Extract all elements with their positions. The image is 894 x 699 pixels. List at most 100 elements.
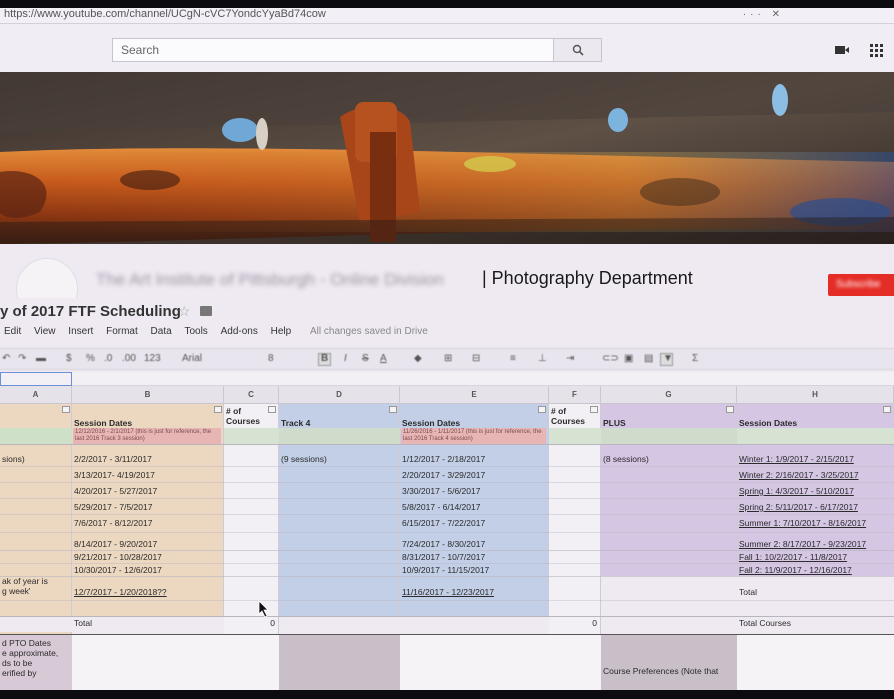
col-e-date[interactable]: 2/20/2017 - 3/29/2017 (400, 470, 548, 480)
horizontal-align-icon[interactable]: ≡ (510, 353, 516, 366)
channel-name[interactable]: | Photography Department (482, 268, 693, 289)
col-e-date[interactable]: 5/8/2017 - 6/14/2017 (400, 502, 548, 512)
upload-video-icon[interactable] (834, 43, 850, 57)
column-header-a[interactable]: A (0, 386, 72, 404)
folder-icon[interactable] (200, 306, 212, 316)
formula-bar[interactable] (0, 372, 894, 386)
menu-view[interactable]: View (34, 326, 56, 337)
col-h-date[interactable]: Winter 2: 2/16/2017 - 3/25/2017 (737, 470, 894, 480)
col-d-sessions[interactable]: (9 sessions) (279, 454, 399, 464)
insert-comment-icon[interactable]: ▣ (624, 353, 633, 366)
column-header-c[interactable]: C (224, 386, 279, 404)
text-color-icon[interactable]: A (380, 353, 387, 366)
filter-dropdown-icon[interactable] (62, 406, 70, 413)
filter-dropdown-icon[interactable] (883, 406, 891, 413)
col-g-header[interactable]: PLUS (601, 418, 736, 428)
menu-help[interactable]: Help (271, 326, 292, 337)
column-header-d[interactable]: D (279, 386, 400, 404)
col-a-cell[interactable]: g week' (0, 586, 71, 596)
column-header-g[interactable]: G (601, 386, 737, 404)
redo-icon[interactable]: ↷ (18, 353, 26, 366)
col-a-cell[interactable]: erified by (0, 668, 71, 678)
col-h-date[interactable]: Winter 1: 1/9/2017 - 2/15/2017 (737, 454, 894, 464)
vertical-align-icon[interactable]: ⊥ (538, 353, 547, 366)
insert-chart-icon[interactable]: ▤ (644, 353, 653, 366)
paint-format-icon[interactable]: ▬ (36, 353, 46, 366)
col-e-date[interactable]: 10/9/2017 - 11/15/2017 (400, 565, 548, 575)
font-family-dropdown[interactable]: Arial (182, 353, 202, 366)
col-a-cell[interactable]: sions) (0, 454, 71, 464)
column-header-h[interactable]: H (737, 386, 894, 404)
col-g-sessions[interactable]: (8 sessions) (601, 454, 736, 464)
col-e-note[interactable]: 11/26/2016 - 1/11/2017 (this is just for… (401, 428, 546, 444)
col-b-date[interactable]: 3/13/2017- 4/19/2017 (72, 470, 223, 480)
merge-cells-icon[interactable]: ⊟ (472, 353, 480, 366)
col-c-header[interactable]: # of Courses (224, 406, 266, 426)
subscribe-button[interactable]: Subscribe (828, 274, 894, 296)
menu-edit[interactable]: Edit (4, 326, 21, 337)
filter-dropdown-icon[interactable] (538, 406, 546, 413)
percent-icon[interactable]: % (86, 353, 95, 366)
col-e-date[interactable]: 6/15/2017 - 7/22/2017 (400, 518, 548, 528)
col-c-total-value[interactable]: 0 (224, 618, 278, 628)
col-a-cell[interactable]: ds to be (0, 658, 71, 668)
search-input[interactable]: Search (112, 38, 554, 62)
col-e-date[interactable]: 7/24/2017 - 8/30/2017 (400, 539, 548, 549)
col-h-date[interactable]: Fall 2: 11/9/2017 - 12/16/2017 (737, 565, 894, 575)
menu-insert[interactable]: Insert (68, 326, 93, 337)
increase-decimal-icon[interactable]: .00 (122, 353, 136, 366)
document-title[interactable]: y of 2017 FTF Scheduling (0, 303, 181, 320)
col-b-date[interactable]: 5/29/2017 - 7/5/2017 (72, 502, 223, 512)
menu-format[interactable]: Format (106, 326, 138, 337)
col-f-header[interactable]: # of Courses (549, 406, 589, 426)
filter-dropdown-icon[interactable] (726, 406, 734, 413)
col-h-date[interactable]: Summer 2: 8/17/2017 - 9/23/2017 (737, 539, 894, 549)
col-h-date[interactable]: Spring 2: 5/11/2017 - 6/17/2017 (737, 502, 894, 512)
borders-icon[interactable]: ⊞ (444, 353, 452, 366)
col-e-date[interactable]: 1/12/2017 - 2/18/2017 (400, 454, 548, 464)
col-h-date[interactable]: Fall 1: 10/2/2017 - 11/8/2017 (737, 552, 894, 562)
italic-icon[interactable]: I (344, 353, 347, 366)
menu-data[interactable]: Data (151, 326, 172, 337)
menu-tools[interactable]: Tools (184, 326, 207, 337)
decrease-decimal-icon[interactable]: .0 (104, 353, 112, 366)
font-size-dropdown[interactable]: 8 (268, 353, 274, 366)
insert-link-icon[interactable]: ⊂⊃ (602, 353, 619, 366)
col-b-date[interactable]: 8/14/2017 - 9/20/2017 (72, 539, 223, 549)
col-h-header[interactable]: Session Dates (737, 418, 894, 428)
filter-dropdown-icon[interactable] (268, 406, 276, 413)
apps-grid-icon[interactable] (868, 43, 884, 57)
col-b-note[interactable]: 12/12/2016 - 2/1/2017 (this is just for … (73, 428, 221, 444)
browser-address-bar[interactable]: https://www.youtube.com/channel/UCgN-cVC… (0, 8, 894, 24)
col-h-date[interactable]: Summer 1: 7/10/2017 - 8/16/2017 (737, 518, 894, 528)
col-e-header[interactable]: Session Dates (400, 418, 548, 428)
column-header-f[interactable]: F (549, 386, 601, 404)
col-h-total-courses-label[interactable]: Total Courses (737, 618, 894, 628)
col-f-total-value[interactable]: 0 (549, 618, 600, 628)
fill-color-icon[interactable]: ◆ (414, 353, 422, 366)
search-button[interactable] (554, 38, 602, 62)
col-e-date[interactable]: 3/30/2017 - 5/6/2017 (400, 486, 548, 496)
col-e-date[interactable]: 11/16/2017 - 12/23/2017 (400, 587, 548, 597)
menu-addons[interactable]: Add-ons (221, 326, 258, 337)
col-a-cell[interactable]: e approximate, (0, 648, 71, 658)
col-b-date[interactable]: 4/20/2017 - 5/27/2017 (72, 486, 223, 496)
filter-dropdown-icon[interactable] (214, 406, 222, 413)
col-b-date[interactable]: 10/30/2017 - 12/6/2017 (72, 565, 223, 575)
filter-dropdown-icon[interactable] (389, 406, 397, 413)
col-h-date[interactable]: Spring 1: 4/3/2017 - 5/10/2017 (737, 486, 894, 496)
col-b-date[interactable]: 2/2/2017 - 3/11/2017 (72, 454, 223, 464)
col-a-cell[interactable]: ak of year is (0, 576, 71, 586)
col-b-header[interactable]: Session Dates (72, 418, 223, 428)
column-header-b[interactable]: B (72, 386, 224, 404)
more-formats-dropdown[interactable]: 123 (144, 353, 161, 366)
text-wrap-icon[interactable]: ⇥ (566, 353, 574, 366)
column-header-e[interactable]: E (400, 386, 549, 404)
col-h-total-label[interactable]: Total (737, 587, 894, 597)
col-a-cell[interactable]: d PTO Dates (0, 638, 71, 648)
undo-icon[interactable]: ↶ (2, 353, 10, 366)
col-e-date[interactable]: 8/31/2017 - 10/7/2017 (400, 552, 548, 562)
col-b-date[interactable]: 7/6/2017 - 8/12/2017 (72, 518, 223, 528)
star-icon[interactable]: ☆ (178, 303, 191, 320)
col-d-header[interactable]: Track 4 (279, 418, 399, 428)
